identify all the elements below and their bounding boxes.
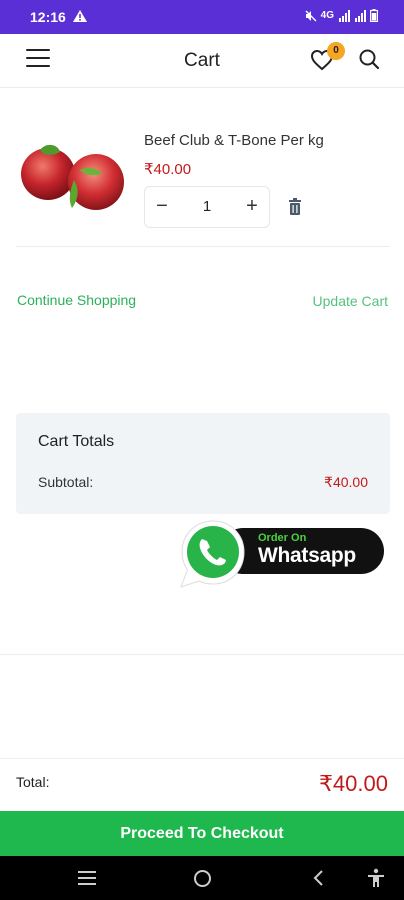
total-label: Total: [16,774,50,790]
total-value: ₹40.00 [318,771,388,796]
status-indicators: 4G [305,9,378,22]
battery-icon [370,9,378,22]
nav-menu-icon[interactable] [78,871,96,885]
nav-menu-icon-line [78,871,96,873]
alert-icon [73,10,87,22]
nav-menu-icon-line [78,877,96,879]
nav-home-icon[interactable] [194,870,211,887]
signal-icon-2 [355,9,366,22]
subtotal-value: ₹40.00 [324,474,368,490]
signal-icon [339,9,350,22]
whatsapp-order-button[interactable]: Order On Whatsapp [178,518,388,590]
network-type: 4G [320,10,334,21]
product-price: ₹40.00 [144,161,192,178]
divider [0,654,404,655]
whatsapp-icon [180,520,245,588]
status-bar: 12:16 4G [0,0,404,34]
search-button[interactable] [358,48,382,72]
wishlist-count-badge: 0 [327,42,345,60]
mute-icon [305,10,317,21]
update-cart-link[interactable]: Update Cart [313,293,388,309]
nav-menu-icon-line [78,883,96,885]
total-bar: Total: ₹40.00 [0,758,404,811]
quantity-increase-button[interactable]: + [237,187,267,227]
cart-item-row: Beef Club & T-Bone Per kg ₹40.00 − 1 + [16,88,390,247]
system-nav-bar [0,856,404,900]
status-time: 12:16 [30,9,66,25]
cart-totals-title: Cart Totals [38,433,115,450]
whatsapp-brand-label: Whatsapp [258,544,356,567]
product-image [21,144,124,210]
cart-totals-card: Cart Totals Subtotal: ₹40.00 [16,413,390,514]
quantity-decrease-button[interactable]: − [147,187,177,227]
nav-back-icon[interactable] [311,869,325,887]
quantity-value[interactable]: 1 [185,198,229,215]
proceed-to-checkout-button[interactable]: Proceed To Checkout [0,811,404,856]
continue-shopping-link[interactable]: Continue Shopping [17,292,136,308]
wishlist-button[interactable]: 0 [310,42,345,74]
subtotal-label: Subtotal: [38,474,94,490]
trash-icon[interactable] [286,198,304,216]
app-header: Cart 0 [0,34,404,88]
product-name[interactable]: Beef Club & T-Bone Per kg [144,132,324,149]
whatsapp-order-label: Order On [258,532,307,544]
quantity-stepper: − 1 + [144,186,270,228]
search-icon [359,49,380,70]
accessibility-icon[interactable] [367,868,385,888]
